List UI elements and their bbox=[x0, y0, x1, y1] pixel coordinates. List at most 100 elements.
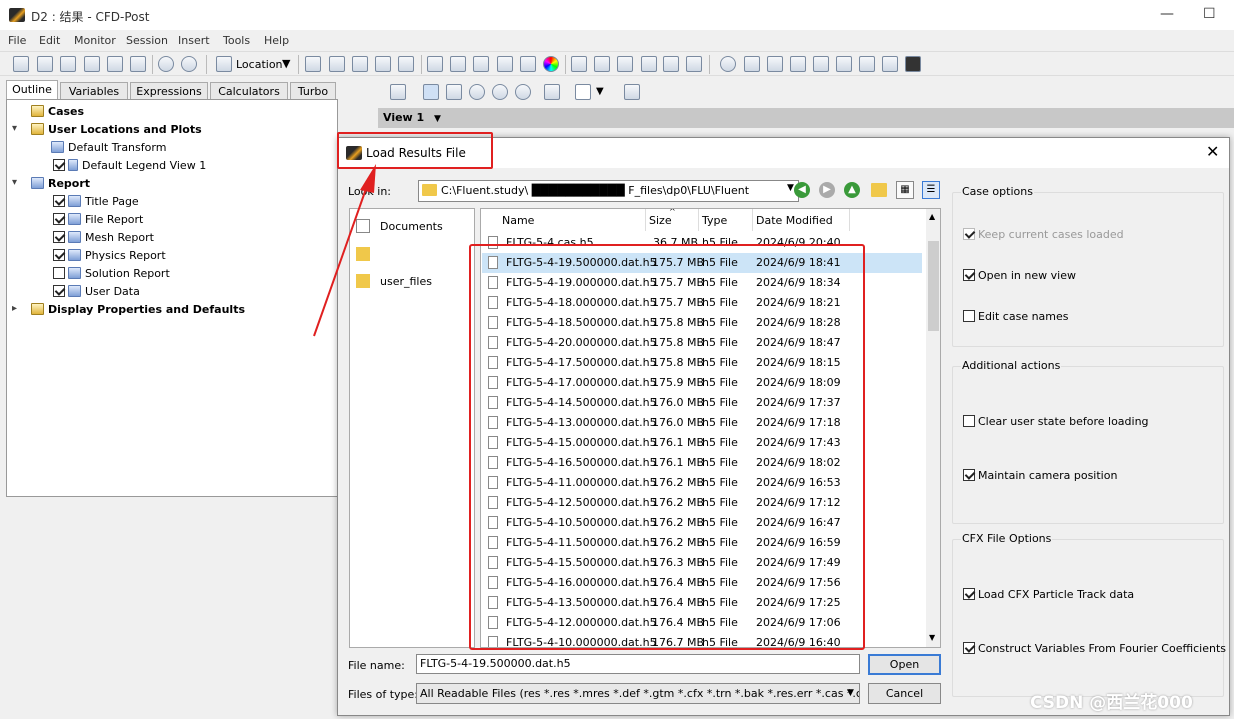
command-editor-icon[interactable] bbox=[905, 56, 921, 72]
forward-icon[interactable]: ▶ bbox=[819, 182, 835, 198]
new-folder-icon[interactable] bbox=[871, 183, 887, 197]
edit-case-names-checkbox[interactable]: Edit case names bbox=[963, 310, 1069, 323]
checkbox[interactable] bbox=[53, 249, 65, 261]
zoom-fit-icon[interactable] bbox=[515, 84, 531, 100]
zoom-icon[interactable] bbox=[469, 84, 485, 100]
tree-item-cases[interactable]: Cases bbox=[31, 104, 84, 120]
back-icon[interactable]: ◀ bbox=[794, 182, 810, 198]
chart-icon[interactable] bbox=[641, 56, 657, 72]
menu-file[interactable]: File bbox=[8, 34, 26, 47]
checkbox[interactable] bbox=[53, 285, 65, 297]
function-calculator-icon[interactable] bbox=[813, 56, 829, 72]
view-selector[interactable]: View 1 ▼ bbox=[383, 111, 441, 124]
filetype-select[interactable]: All Readable Files (res *.res *.mres *.d… bbox=[416, 683, 860, 704]
load-particle-track-checkbox[interactable]: Load CFX Particle Track data bbox=[963, 588, 1134, 601]
tree-item-report-entry[interactable]: User Data bbox=[53, 284, 140, 300]
tab-turbo[interactable]: Turbo bbox=[290, 82, 336, 100]
scroll-up-icon[interactable]: ▲ bbox=[929, 212, 935, 221]
undo-icon[interactable] bbox=[158, 56, 174, 72]
maintain-camera-checkbox[interactable]: Maintain camera position bbox=[963, 469, 1117, 482]
figure-icon[interactable] bbox=[686, 56, 702, 72]
menu-help[interactable]: Help bbox=[264, 34, 289, 47]
tree-item-default-legend[interactable]: Default Legend View 1 bbox=[53, 158, 206, 174]
color-map-icon[interactable] bbox=[543, 56, 559, 72]
tab-variables[interactable]: Variables bbox=[60, 82, 128, 100]
checkbox[interactable] bbox=[53, 195, 65, 207]
menu-session[interactable]: Session bbox=[126, 34, 168, 47]
tree-item-report[interactable]: Report bbox=[31, 176, 90, 192]
up-folder-icon[interactable]: ▲ bbox=[844, 182, 860, 198]
zoom-box-icon[interactable] bbox=[492, 84, 508, 100]
expression-icon[interactable] bbox=[594, 56, 610, 72]
tree-item-report-entry[interactable]: File Report bbox=[53, 212, 143, 228]
clip-plane-icon[interactable] bbox=[520, 56, 536, 72]
tab-outline[interactable]: Outline bbox=[6, 80, 58, 100]
location-dropdown[interactable]: Location ▼ bbox=[216, 55, 296, 74]
scroll-down-icon[interactable]: ▼ bbox=[929, 633, 935, 642]
tree-item-report-entry[interactable]: Physics Report bbox=[53, 248, 166, 264]
redo-icon[interactable] bbox=[181, 56, 197, 72]
icon-view-icon[interactable]: ▦ bbox=[896, 181, 914, 199]
menu-insert[interactable]: Insert bbox=[178, 34, 210, 47]
tree-item-default-transform[interactable]: Default Transform bbox=[51, 140, 166, 156]
construct-fourier-checkbox[interactable]: Construct Variables From Fourier Coeffic… bbox=[963, 642, 1226, 655]
tree-item-report-entry[interactable]: Mesh Report bbox=[53, 230, 154, 246]
legend-icon[interactable] bbox=[473, 56, 489, 72]
filename-input[interactable]: FLTG-5-4-19.500000.dat.h5 bbox=[416, 654, 860, 674]
text-icon[interactable] bbox=[427, 56, 443, 72]
load-state-icon[interactable] bbox=[60, 56, 76, 72]
animation-icon[interactable] bbox=[744, 56, 760, 72]
refresh-icon[interactable] bbox=[107, 56, 123, 72]
tree-item-user-locations[interactable]: User Locations and Plots bbox=[31, 122, 202, 138]
collapse-icon[interactable]: ▾ bbox=[12, 123, 17, 134]
screenshot-icon[interactable] bbox=[130, 56, 146, 72]
vector-icon[interactable] bbox=[305, 56, 321, 72]
case-comparison-icon[interactable] bbox=[882, 56, 898, 72]
probe-icon[interactable] bbox=[790, 56, 806, 72]
maximize-button[interactable]: ☐ bbox=[1203, 6, 1216, 22]
detail-view-icon[interactable]: ☰ bbox=[922, 181, 940, 199]
checkbox[interactable] bbox=[53, 213, 65, 225]
mesh-calculator-icon[interactable] bbox=[859, 56, 875, 72]
place-documents[interactable]: Documents bbox=[356, 219, 443, 233]
coord-frame-icon[interactable] bbox=[450, 56, 466, 72]
expand-icon[interactable]: ▸ bbox=[12, 303, 17, 314]
file-list-scrollbar[interactable]: ▲ ▼ bbox=[926, 209, 940, 647]
volume-rendering-icon[interactable] bbox=[398, 56, 414, 72]
instance-transform-icon[interactable] bbox=[497, 56, 513, 72]
viewport-layout-icon[interactable] bbox=[575, 84, 591, 100]
particle-track-icon[interactable] bbox=[375, 56, 391, 72]
open-new-view-checkbox[interactable]: Open in new view bbox=[963, 269, 1076, 282]
table-icon[interactable] bbox=[617, 56, 633, 72]
quick-editor-icon[interactable] bbox=[767, 56, 783, 72]
minimize-button[interactable]: — bbox=[1160, 6, 1174, 22]
save-state-icon[interactable] bbox=[84, 56, 100, 72]
close-icon[interactable]: ✕ bbox=[1206, 142, 1219, 161]
menu-edit[interactable]: Edit bbox=[39, 34, 60, 47]
macro-calculator-icon[interactable] bbox=[836, 56, 852, 72]
variable-icon[interactable] bbox=[571, 56, 587, 72]
clear-user-state-checkbox[interactable]: Clear user state before loading bbox=[963, 415, 1149, 428]
comment-icon[interactable] bbox=[663, 56, 679, 72]
select-icon[interactable] bbox=[390, 84, 406, 100]
column-type[interactable]: Type bbox=[702, 214, 727, 227]
chevron-down-icon[interactable]: ▼ bbox=[596, 86, 604, 97]
checkbox[interactable] bbox=[53, 231, 65, 243]
cancel-button[interactable]: Cancel bbox=[868, 683, 941, 704]
help-icon[interactable] bbox=[624, 84, 640, 100]
collapse-icon[interactable]: ▾ bbox=[12, 177, 17, 188]
tree-item-display-properties[interactable]: Display Properties and Defaults bbox=[31, 302, 245, 318]
column-name[interactable]: Name bbox=[502, 214, 534, 227]
streamline-icon[interactable] bbox=[352, 56, 368, 72]
open-button[interactable]: Open bbox=[868, 654, 941, 675]
contour-icon[interactable] bbox=[329, 56, 345, 72]
lookin-combobox[interactable]: C:\Fluent.study\ ███████████ F_files\dp0… bbox=[418, 180, 799, 202]
place-user[interactable] bbox=[356, 247, 380, 261]
checkbox[interactable] bbox=[53, 159, 65, 171]
menu-monitor[interactable]: Monitor bbox=[74, 34, 116, 47]
rotate-icon[interactable] bbox=[423, 84, 439, 100]
tab-expressions[interactable]: Expressions bbox=[130, 82, 208, 100]
menu-tools[interactable]: Tools bbox=[223, 34, 250, 47]
tree-item-report-entry[interactable]: Title Page bbox=[53, 194, 139, 210]
highlight-icon[interactable] bbox=[544, 84, 560, 100]
